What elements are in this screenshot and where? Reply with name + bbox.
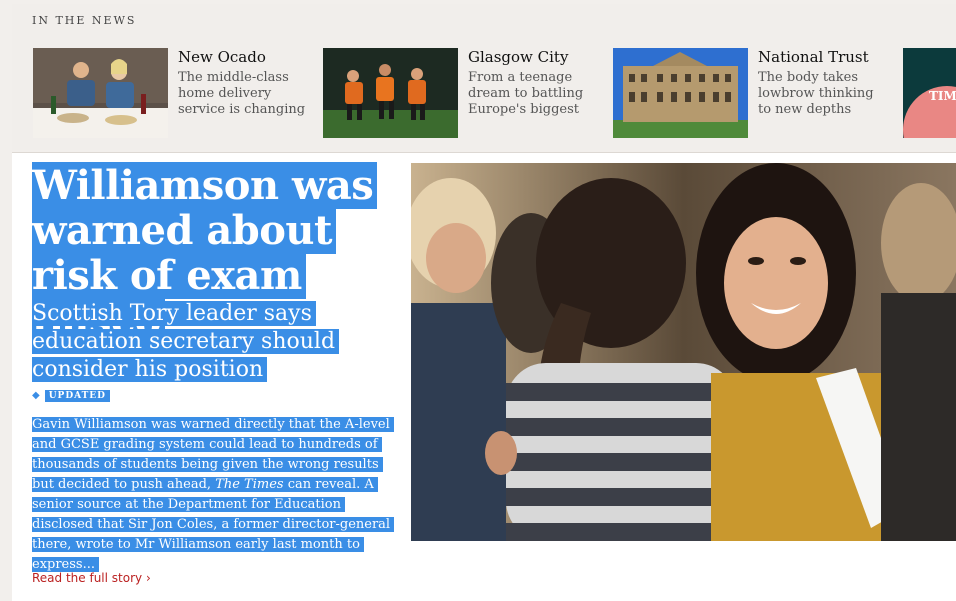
updated-label: UPDATED [44, 390, 110, 402]
updated-badge: ◆ UPDATED [32, 390, 110, 402]
diamond-icon: ◆ [32, 390, 41, 401]
news-card-description: The body takes lowbrow thinking to new d… [758, 70, 874, 117]
news-card-glasgow-city[interactable]: Glasgow City From a teenage dream to bat… [323, 48, 603, 140]
summary-text: Gavin Williamson was warned directly tha… [32, 417, 395, 572]
lead-story: Williamson was warned about risk of exam… [12, 153, 956, 601]
read-full-story-link[interactable]: Read the full story › [32, 571, 151, 585]
lead-photo[interactable] [411, 163, 956, 541]
news-card-description: The middle-class home delivery service i… [178, 70, 306, 117]
standfirst-text: Scottish Tory leader says education secr… [32, 301, 340, 382]
lead-standfirst: Scottish Tory leader says education secr… [32, 300, 392, 384]
publication-name: The Times [215, 477, 284, 492]
chevron-right-icon: › [145, 571, 151, 585]
ocado-thumbnail[interactable] [33, 48, 168, 138]
in-the-news-heading: IN THE NEWS [32, 14, 137, 27]
news-card-national-trust[interactable]: National Trust The body takes lowbrow th… [613, 48, 893, 140]
page: IN THE NEWS New Ocado The middle-class h… [12, 0, 956, 601]
news-card-title[interactable]: Glasgow City [468, 48, 568, 66]
read-more-label[interactable]: Read the full story [32, 571, 142, 585]
glasgow-city-thumbnail[interactable] [323, 48, 458, 138]
news-card-description: From a teenage dream to battling Europe'… [468, 70, 584, 117]
news-card-partial[interactable]: TIM [903, 48, 956, 140]
national-trust-thumbnail[interactable] [613, 48, 748, 138]
in-the-news-strip: IN THE NEWS New Ocado The middle-class h… [12, 4, 956, 150]
news-card-title[interactable]: New Ocado [178, 48, 266, 66]
news-card-ocado[interactable]: New Ocado The middle-class home delivery… [33, 48, 313, 140]
partial-thumb-text: TIM [929, 89, 956, 103]
lead-summary: Gavin Williamson was warned directly tha… [32, 415, 395, 575]
news-card-title[interactable]: National Trust [758, 48, 869, 66]
partial-thumbnail[interactable]: TIM [903, 48, 956, 138]
